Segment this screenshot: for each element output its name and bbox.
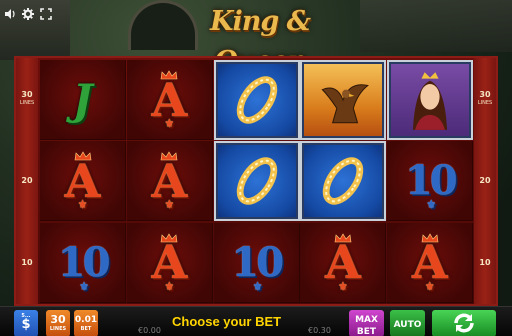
credit-ghost-left: €0.00 [138, 326, 161, 335]
auto-label: AUTO [393, 320, 422, 330]
symbol-ace: A ⚜ [325, 233, 361, 293]
ring-icon [302, 143, 384, 219]
reel-cell-a: A ⚜ [387, 222, 474, 303]
reel-cell-a: A ⚜ [126, 222, 213, 303]
payline-indicator-right: 30 LINES 20 10 [474, 58, 496, 304]
max-bet-label-bottom: BET [356, 327, 377, 336]
symbol-ten: 10 ⚜ [231, 238, 284, 293]
ring-icon [216, 62, 298, 138]
bottom-control-bar: 5... $ 30 LINES 0.01 BET €0.00 Choose yo… [0, 306, 512, 336]
fullscreen-icon[interactable] [40, 8, 52, 24]
lines-button[interactable]: 30 LINES [46, 310, 70, 336]
payline-number[interactable]: 30 LINES [474, 90, 496, 108]
reel-grid: J A ⚜ A ⚜ A ⚜ 10 ⚜ 10 ⚜ A ⚜ 10 ⚜ A ⚜ A ⚜ [40, 60, 474, 304]
reel-cell-ten: 10 ⚜ [40, 222, 126, 303]
balance-button[interactable]: 5... $ [14, 310, 38, 336]
game-title-logo: King & Queen [209, 6, 311, 77]
reel-cell-a: A ⚜ [126, 141, 213, 222]
reel-cell-a: A ⚜ [40, 141, 126, 222]
bet-button[interactable]: 0.01 BET [74, 310, 98, 336]
lines-value: 30 [50, 313, 66, 326]
payline-number[interactable]: 30 LINES [16, 90, 38, 108]
reel-cell-queen [387, 60, 474, 140]
symbol-ace: A ⚜ [151, 70, 188, 130]
reel-cell-ten: 10 ⚜ [387, 141, 474, 222]
reel-cell-a: A ⚜ [300, 222, 387, 303]
reel-cell-ten: 10 ⚜ [213, 222, 300, 303]
reel-cell-j: J [40, 60, 126, 140]
spin-button[interactable] [432, 310, 496, 336]
symbol-ten: 10 ⚜ [404, 157, 458, 212]
queen-portrait-icon [389, 62, 471, 138]
spin-arrows-icon [454, 313, 474, 333]
speaker-icon[interactable] [4, 8, 16, 24]
max-bet-label-top: MAX [355, 315, 378, 325]
eagle-icon [302, 62, 384, 138]
symbol-jack: J [72, 75, 93, 124]
auto-button[interactable]: AUTO [390, 310, 425, 336]
symbol-ace: A ⚜ [64, 151, 101, 212]
max-bet-button[interactable]: MAX BET [349, 310, 384, 336]
lines-label: LINES [49, 326, 67, 332]
credit-ghost-right: €0.30 [308, 326, 331, 335]
top-bar: King & Queen [0, 0, 512, 77]
payline-number[interactable]: 20 [474, 176, 496, 185]
symbol-ace: A ⚜ [151, 233, 188, 293]
reel-cell-ring [213, 60, 300, 140]
payline-number[interactable]: 20 [16, 176, 38, 185]
payline-number[interactable]: 10 [16, 258, 38, 267]
reel-cell-ring [213, 141, 300, 222]
reel-frame: 30 LINES 20 10 30 LINES 20 10 J A ⚜ A ⚜ A ⚜ 10 ⚜ 10… [14, 56, 498, 306]
gear-icon[interactable] [22, 8, 34, 24]
reel-cell-ring [300, 141, 387, 222]
symbol-ace: A ⚜ [151, 151, 188, 212]
symbol-ace: A ⚜ [411, 233, 448, 293]
currency-symbol: $ [21, 317, 31, 332]
bet-value: 0.01 [74, 315, 98, 325]
symbol-ten: 10 ⚜ [57, 238, 111, 293]
payline-indicator-left: 30 LINES 20 10 [16, 58, 38, 304]
reel-cell-eagle [300, 60, 387, 140]
payline-number[interactable]: 10 [474, 258, 496, 267]
bet-label: BET [80, 326, 92, 332]
ring-icon [216, 143, 298, 219]
reel-cell-a: A ⚜ [126, 60, 213, 140]
